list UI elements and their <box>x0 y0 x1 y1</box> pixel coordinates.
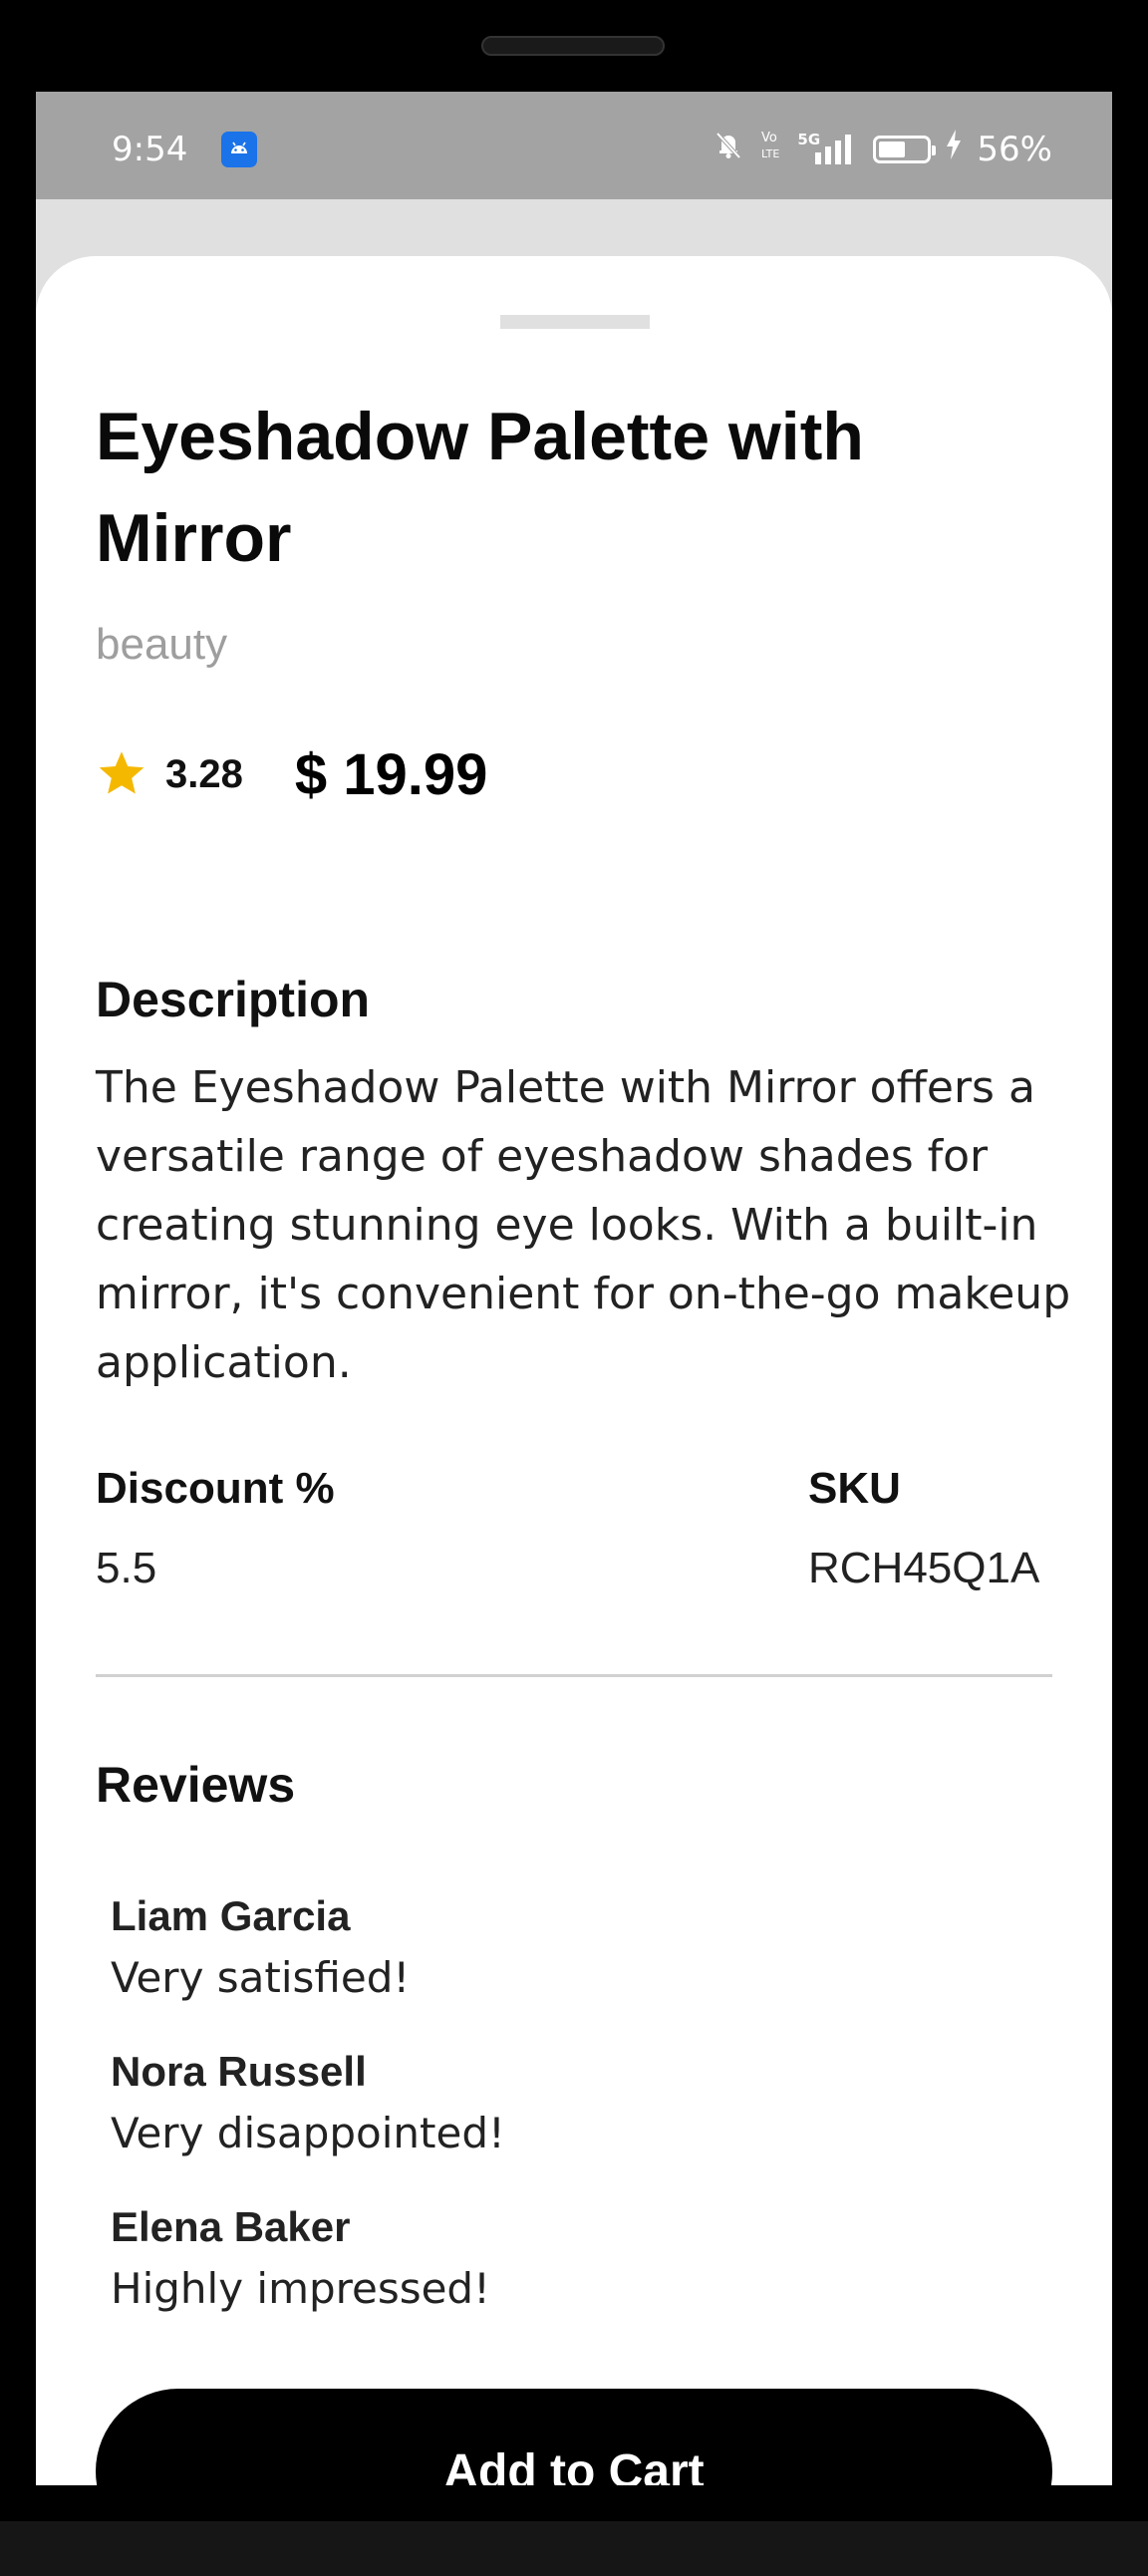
battery-icon <box>873 135 937 163</box>
product-detail-sheet: Eyeshadow Palette with Mirror beauty 3.2… <box>36 256 1112 2485</box>
rating-value: 3.28 <box>165 751 243 796</box>
bell-off-icon <box>712 128 745 170</box>
product-title: Eyeshadow Palette with Mirror <box>96 399 864 576</box>
android-app-icon <box>221 132 257 167</box>
battery-percent: 56% <box>977 129 1052 169</box>
review-comment: Highly impressed! <box>111 2264 490 2313</box>
signal-icon: 5G <box>797 131 859 166</box>
earpiece-speaker <box>481 36 665 56</box>
product-category: beauty <box>96 620 228 669</box>
status-icons: Vo LTE 5G 56% <box>712 128 1052 170</box>
review-item: Liam Garcia Very satisfied! <box>111 1885 410 2009</box>
volte-icon: Vo LTE <box>759 128 783 170</box>
product-price: $ 19.99 <box>294 741 488 807</box>
review-item: Nora Russell Very disappointed! <box>111 2041 505 2164</box>
reviews-heading: Reviews <box>96 1757 296 1813</box>
status-time: 9:54 <box>112 130 188 169</box>
discount-value: 5.5 <box>96 1544 157 1592</box>
reviewer-name: Nora Russell <box>111 2048 367 2095</box>
battery-level <box>879 141 906 157</box>
status-bar: 9:54 Vo LTE 5G 56% <box>36 92 1112 199</box>
svg-text:LTE: LTE <box>761 147 779 160</box>
reviewer-name: Elena Baker <box>111 2203 351 2250</box>
bottom-bezel <box>0 2521 1148 2576</box>
description-heading: Description <box>96 972 371 1027</box>
svg-text:Vo: Vo <box>761 131 777 145</box>
sku-value: RCH45Q1A <box>808 1544 1040 1592</box>
screen: 9:54 Vo LTE 5G 56% Eyeshadow Palette wit… <box>36 92 1112 2485</box>
review-item: Elena Baker Highly impressed! <box>111 2196 490 2320</box>
rating-price-row: 3.28 $ 19.99 <box>96 734 487 814</box>
section-divider <box>96 1674 1052 1677</box>
phone-frame: 9:54 Vo LTE 5G 56% Eyeshadow Palette wit… <box>0 0 1148 2576</box>
product-description: The Eyeshadow Palette with Mirror offers… <box>96 1062 1071 1388</box>
add-to-cart-button[interactable]: Add to Cart <box>96 2389 1052 2485</box>
review-comment: Very satisfied! <box>111 1953 411 2002</box>
star-icon <box>99 751 144 794</box>
charging-bolt-icon <box>945 128 963 170</box>
discount-label: Discount % <box>96 1464 335 1513</box>
sku-label: SKU <box>808 1464 901 1513</box>
sheet-drag-handle[interactable] <box>500 315 650 329</box>
reviewer-name: Liam Garcia <box>111 1892 351 1939</box>
review-comment: Very disappointed! <box>111 2109 505 2157</box>
